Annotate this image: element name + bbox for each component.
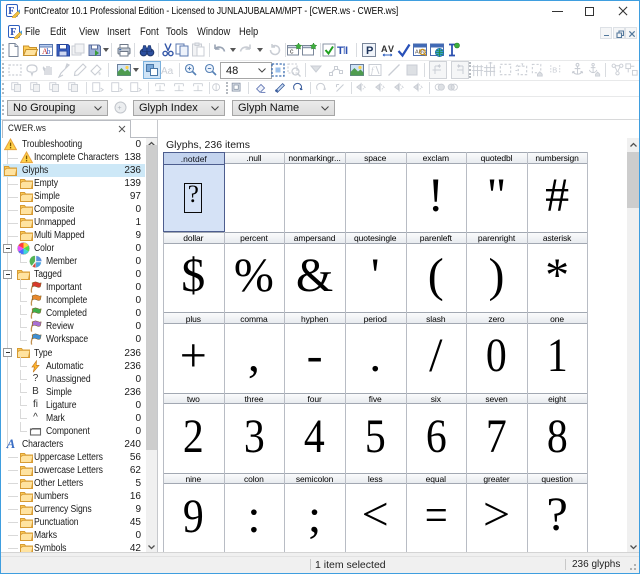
svg-text:Aa: Aa (161, 66, 174, 77)
svg-text:T: T (521, 63, 524, 68)
svg-text:B: B (552, 65, 557, 74)
svg-text:c: c (290, 49, 294, 56)
svg-text:+: + (118, 105, 122, 112)
svg-text:b: b (47, 47, 51, 56)
svg-text:P: P (366, 45, 373, 57)
svg-text:I: I (345, 45, 348, 57)
svg-text:T: T (337, 45, 344, 57)
svg-text:A: A (381, 44, 388, 54)
svg-text:V: V (388, 44, 394, 54)
